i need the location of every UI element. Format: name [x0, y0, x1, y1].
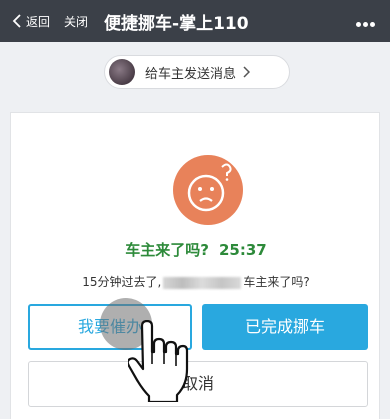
close-button[interactable]: 关闭 — [64, 13, 88, 30]
avatar — [109, 59, 135, 85]
send-message-label: 给车主发送消息 — [145, 66, 237, 82]
more-dots-icon[interactable] — [356, 14, 378, 28]
cancel-button[interactable]: 取消 — [28, 361, 368, 407]
subtext-after: 车主来了吗? — [243, 275, 310, 289]
completed-move-button[interactable]: 已完成挪车 — [202, 304, 368, 350]
owner-arrived-question: 车主来了吗? 25:37 — [101, 239, 291, 260]
redacted-plate — [163, 276, 242, 289]
top-bar: 返回 关闭 便捷挪车-掌上110 — [0, 0, 390, 42]
hand-pointer-icon — [128, 320, 189, 402]
question-text: 车主来了吗? — [125, 241, 209, 259]
move-car-card: 车主来了吗?25:37 15分钟过去了,车主来了吗? 我要催办 已完成挪车 取消 — [10, 112, 380, 419]
back-button[interactable]: 返回 — [10, 13, 50, 30]
send-message-button[interactable]: 给车主发送消息 — [104, 55, 290, 89]
countdown-timer: 25:37 — [218, 241, 267, 259]
page-title: 便捷挪车-掌上110 — [104, 13, 249, 34]
elapsed-subtext: 15分钟过去了, 车主来了吗? — [11, 273, 381, 290]
sad-face-icon — [173, 155, 243, 225]
back-label: 返回 — [26, 14, 51, 29]
chevron-right-icon — [243, 66, 251, 78]
message-row: 给车主发送消息 — [0, 42, 390, 106]
subtext-before: 15分钟过去了, — [82, 275, 162, 289]
back-chevron-icon — [12, 14, 21, 28]
